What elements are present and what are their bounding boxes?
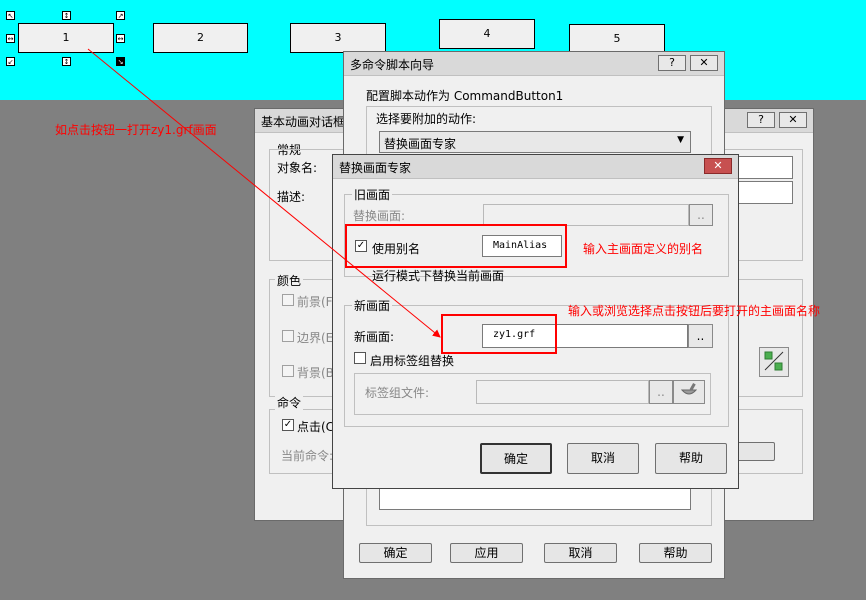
annotation-arrow — [87, 48, 441, 338]
